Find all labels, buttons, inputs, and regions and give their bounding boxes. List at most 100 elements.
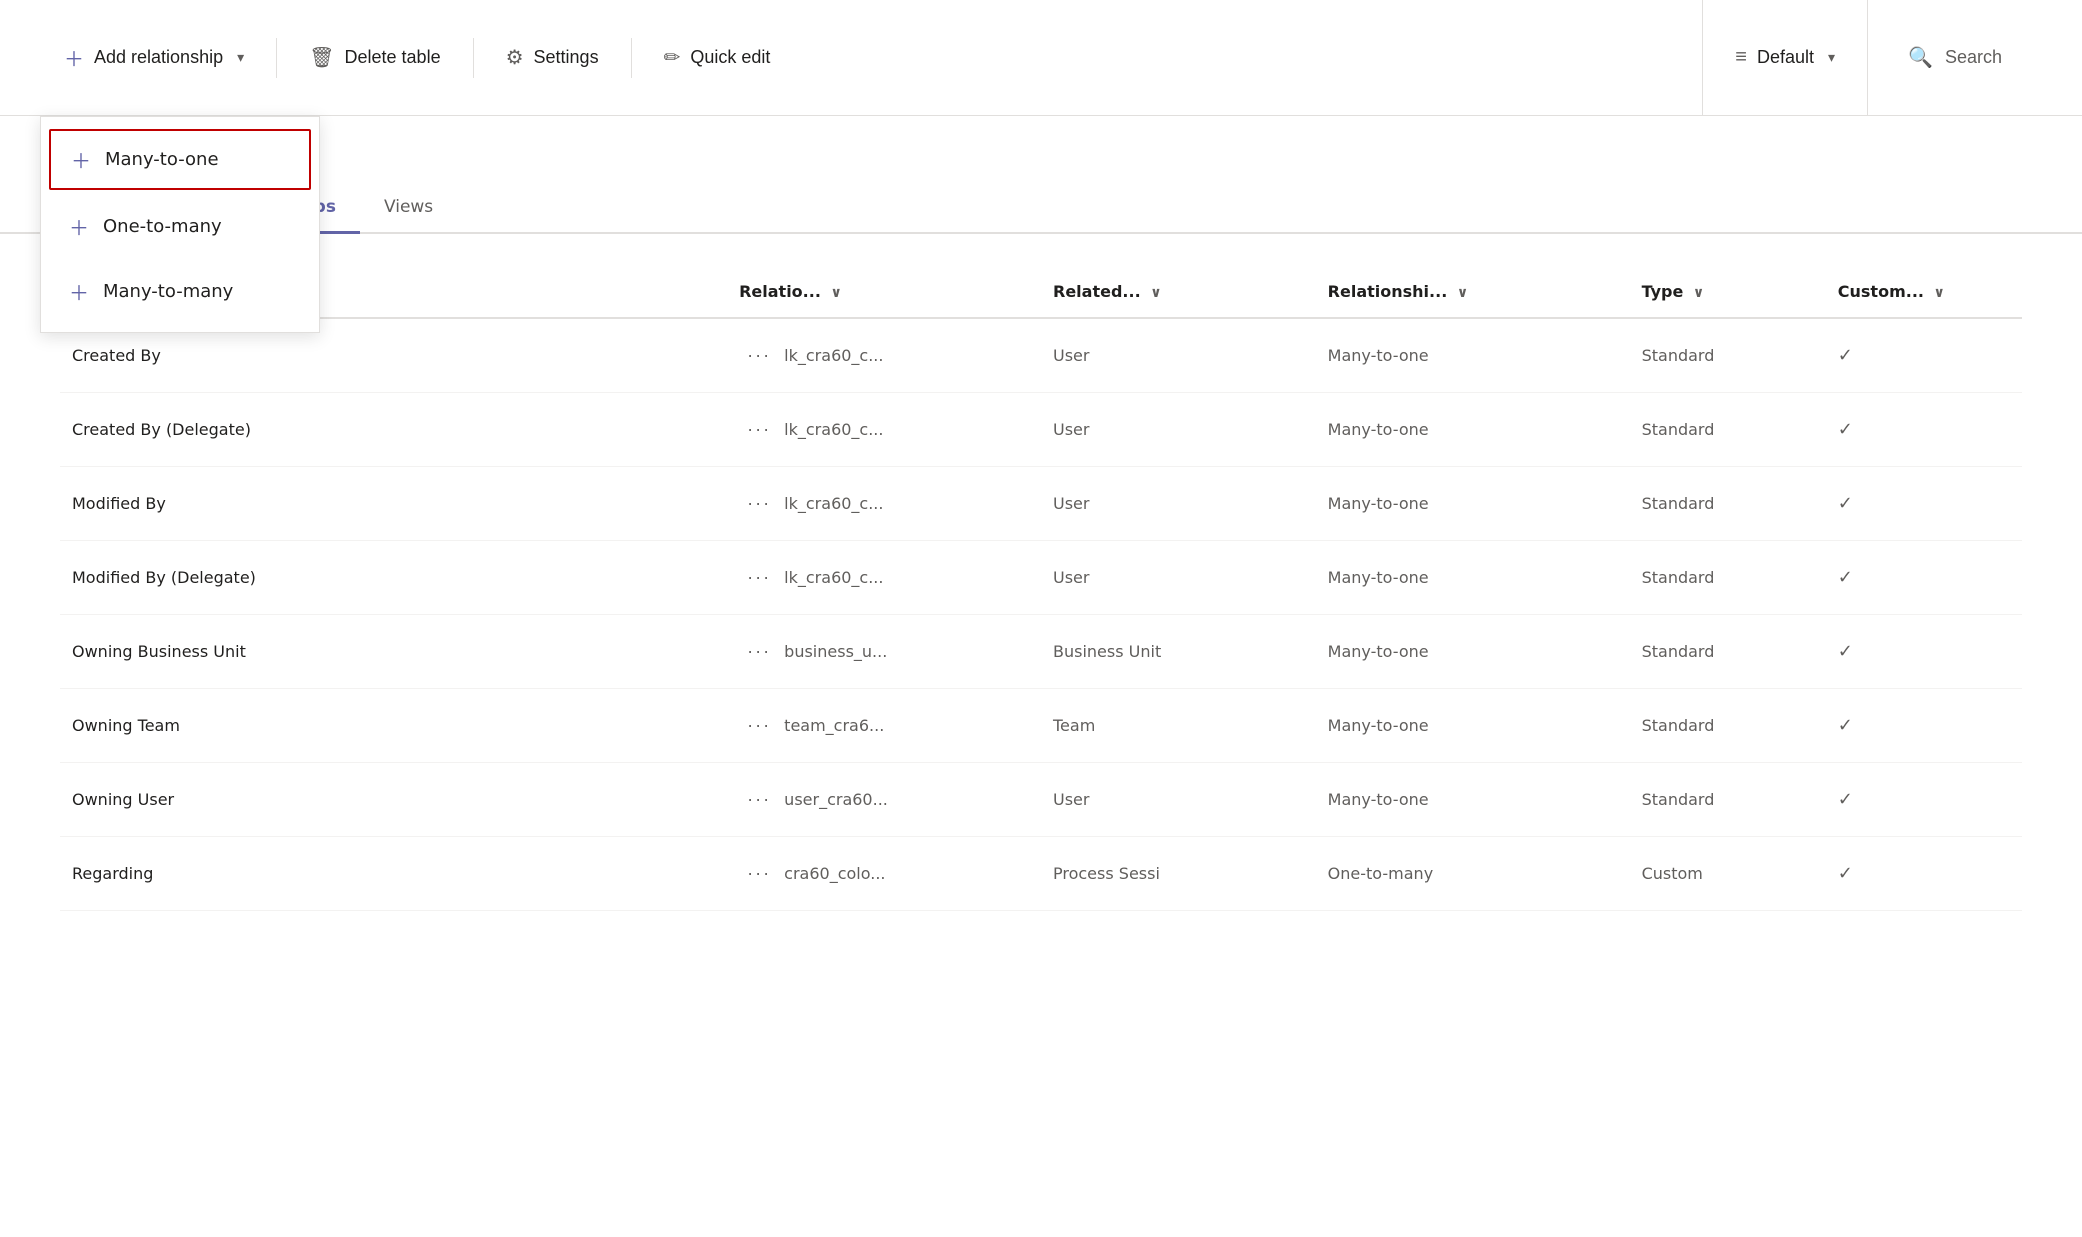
cell-relationship: One-to-many — [1316, 837, 1630, 911]
row-related: Business Unit — [1053, 642, 1161, 661]
separator-3 — [631, 38, 632, 78]
dropdown-item-many-to-many[interactable]: ＋ Many-to-many — [41, 259, 319, 324]
row-ellipsis-button[interactable]: ··· — [739, 711, 779, 740]
col-header-relation[interactable]: Relatio... ∨ — [727, 266, 1041, 318]
tab-views[interactable]: Views — [360, 183, 457, 234]
row-display-name: Owning User — [72, 790, 174, 809]
cell-relation: ··· cra60_colo... — [727, 837, 1041, 911]
table-row[interactable]: Created By (Delegate) ··· lk_cra60_c... … — [60, 393, 2022, 467]
cell-related: Process Sessi — [1041, 837, 1316, 911]
row-ellipsis-button[interactable]: ··· — [739, 341, 779, 370]
dropdown-item-one-to-many[interactable]: ＋ One-to-many — [41, 194, 319, 259]
quick-edit-label: Quick edit — [690, 47, 770, 68]
row-display-name: Created By (Delegate) — [72, 420, 251, 439]
cell-custom: ✓ — [1826, 541, 2022, 615]
row-ellipsis-button[interactable]: ··· — [739, 489, 779, 518]
default-view-button[interactable]: ≡ Default ▾ — [1703, 0, 1867, 116]
cell-display-name: Owning Business Unit — [60, 615, 727, 689]
cell-display-name: Modified By — [60, 467, 727, 541]
chevron-relationship: ∨ — [1457, 285, 1468, 301]
separator-2 — [473, 38, 474, 78]
cell-custom: ✓ — [1826, 763, 2022, 837]
table-row[interactable]: Created By ··· lk_cra60_c... User Many-t… — [60, 318, 2022, 393]
table-row[interactable]: Owning Business Unit ··· business_u... B… — [60, 615, 2022, 689]
row-ellipsis-button[interactable]: ··· — [739, 637, 779, 666]
settings-button[interactable]: ⚙ Settings — [482, 0, 623, 116]
dropdown-item-many-to-one[interactable]: ＋ Many-to-one — [49, 129, 311, 190]
row-type: Standard — [1642, 790, 1715, 809]
row-type: Custom — [1642, 864, 1703, 883]
row-relationship: Many-to-one — [1328, 346, 1429, 365]
delete-table-button[interactable]: 🗑 Delete table — [285, 0, 464, 116]
row-relation: lk_cra60_c... — [784, 420, 883, 439]
row-relationship: Many-to-one — [1328, 568, 1429, 587]
cell-type: Standard — [1630, 541, 1826, 615]
add-relationship-button[interactable]: ＋ Add relationship ▾ — [40, 0, 268, 116]
row-ellipsis-button[interactable]: ··· — [739, 563, 779, 592]
row-type: Standard — [1642, 346, 1715, 365]
table-row[interactable]: Regarding ··· cra60_colo... Process Sess… — [60, 837, 2022, 911]
relationships-table-wrapper: Display name ↑ ∨ Relatio... ∨ Related...… — [0, 266, 2082, 911]
plus-many-to-one-icon: ＋ — [71, 145, 91, 174]
table-row[interactable]: Owning Team ··· team_cra6... Team Many-t… — [60, 689, 2022, 763]
row-ellipsis-button[interactable]: ··· — [739, 785, 779, 814]
cell-type: Standard — [1630, 393, 1826, 467]
row-related: User — [1053, 346, 1089, 365]
row-relationship: Many-to-one — [1328, 790, 1429, 809]
cell-type: Standard — [1630, 615, 1826, 689]
col-header-type[interactable]: Type ∨ — [1630, 266, 1826, 318]
cell-type: Standard — [1630, 467, 1826, 541]
row-type: Standard — [1642, 568, 1715, 587]
check-icon: ✓ — [1838, 641, 1853, 662]
add-relationship-dropdown-menu: ＋ Many-to-one ＋ One-to-many ＋ Many-to-ma… — [40, 116, 320, 333]
cell-custom: ✓ — [1826, 615, 2022, 689]
row-display-name: Modified By — [72, 494, 166, 513]
row-ellipsis-button[interactable]: ··· — [739, 859, 779, 888]
row-relation: lk_cra60_c... — [784, 568, 883, 587]
row-relation: team_cra6... — [784, 716, 884, 735]
table-row[interactable]: Modified By (Delegate) ··· lk_cra60_c...… — [60, 541, 2022, 615]
col-header-relationship[interactable]: Relationshi... ∨ — [1316, 266, 1630, 318]
settings-icon: ⚙ — [506, 45, 524, 70]
row-relation: business_u... — [784, 642, 887, 661]
cell-related: User — [1041, 318, 1316, 393]
cell-relationship: Many-to-one — [1316, 318, 1630, 393]
row-related: Process Sessi — [1053, 864, 1160, 883]
cell-custom: ✓ — [1826, 837, 2022, 911]
search-button[interactable]: 🔍 Search — [1867, 0, 2042, 116]
cell-display-name: Created By (Delegate) — [60, 393, 727, 467]
cell-type: Standard — [1630, 689, 1826, 763]
chevron-related: ∨ — [1150, 285, 1161, 301]
row-relationship: Many-to-one — [1328, 716, 1429, 735]
table-row[interactable]: Owning User ··· user_cra60... User Many-… — [60, 763, 2022, 837]
cell-relationship: Many-to-one — [1316, 615, 1630, 689]
row-relationship: One-to-many — [1328, 864, 1433, 883]
cell-relationship: Many-to-one — [1316, 467, 1630, 541]
quick-edit-button[interactable]: ✏ Quick edit — [640, 0, 795, 116]
cell-relation: ··· lk_cra60_c... — [727, 467, 1041, 541]
row-type: Standard — [1642, 494, 1715, 513]
cell-related: Business Unit — [1041, 615, 1316, 689]
cell-related: User — [1041, 541, 1316, 615]
col-header-custom[interactable]: Custom... ∨ — [1826, 266, 2022, 318]
cell-related: User — [1041, 763, 1316, 837]
row-relationship: Many-to-one — [1328, 494, 1429, 513]
search-icon: 🔍 — [1908, 45, 1933, 70]
cell-custom: ✓ — [1826, 689, 2022, 763]
cell-relation: ··· lk_cra60_c... — [727, 318, 1041, 393]
add-relationship-dropdown-wrapper: ＋ Add relationship ▾ ＋ Many-to-one ＋ One… — [40, 0, 268, 116]
plus-one-to-many-icon: ＋ — [69, 212, 89, 241]
cell-custom: ✓ — [1826, 318, 2022, 393]
col-header-related[interactable]: Related... ∨ — [1041, 266, 1316, 318]
cell-related: User — [1041, 393, 1316, 467]
cell-display-name: Modified By (Delegate) — [60, 541, 727, 615]
add-relationship-label: Add relationship — [94, 47, 223, 68]
default-label: Default — [1757, 47, 1814, 68]
row-ellipsis-button[interactable]: ··· — [739, 415, 779, 444]
check-icon: ✓ — [1838, 419, 1853, 440]
row-relation: lk_cra60_c... — [784, 494, 883, 513]
cell-relation: ··· lk_cra60_c... — [727, 541, 1041, 615]
table-row[interactable]: Modified By ··· lk_cra60_c... User Many-… — [60, 467, 2022, 541]
cell-relation: ··· lk_cra60_c... — [727, 393, 1041, 467]
row-related: User — [1053, 494, 1089, 513]
